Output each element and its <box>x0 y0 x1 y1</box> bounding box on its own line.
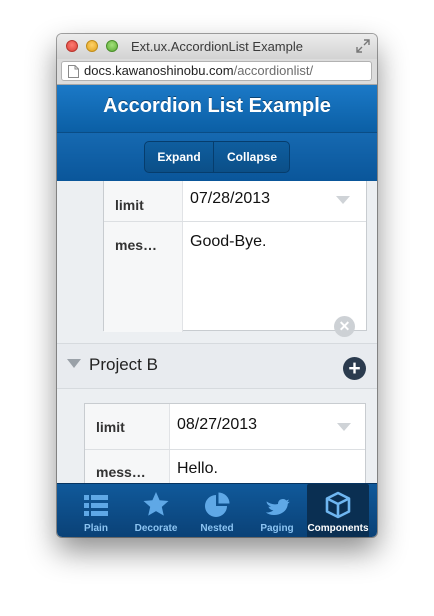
list-icon <box>84 495 108 516</box>
url-path: /accordionlist/ <box>233 63 314 78</box>
tab-decorate[interactable]: Decorate <box>126 484 186 537</box>
url-field[interactable]: docs.kawanoshinobu.com/accordionlist/ <box>61 61 372 81</box>
segmented-toolbar: Expand Collapse <box>57 133 377 181</box>
tab-label: Decorate <box>134 523 178 534</box>
limit-row[interactable]: limit 08/27/2013 <box>85 404 365 450</box>
tab-label: Nested <box>200 523 234 534</box>
collapse-button[interactable]: Collapse <box>214 142 289 172</box>
limit-label: limit <box>104 181 183 221</box>
message-label: mes… <box>104 222 183 332</box>
page-icon <box>68 65 79 78</box>
limit-label: limit <box>85 404 170 449</box>
minimize-window-button[interactable] <box>86 40 98 52</box>
tab-components[interactable]: Components <box>307 484 369 537</box>
expand-collapse-segmented: Expand Collapse <box>144 141 290 173</box>
dropdown-arrow-icon[interactable] <box>336 196 350 204</box>
dropdown-arrow-icon[interactable] <box>337 423 351 431</box>
limit-row[interactable]: limit 07/28/2013 <box>104 181 366 222</box>
window-title: Ext.ux.AccordionList Example <box>131 39 303 54</box>
close-window-button[interactable] <box>66 40 78 52</box>
bird-icon <box>265 499 290 515</box>
collapse-arrow-icon[interactable] <box>67 359 81 368</box>
limit-date-field[interactable]: 07/28/2013 <box>190 190 270 208</box>
message-row: mess… Hello. <box>85 450 365 483</box>
tab-plain[interactable]: Plain <box>66 484 126 537</box>
limit-date-field[interactable]: 08/27/2013 <box>177 416 257 434</box>
url-domain: docs.kawanoshinobu.com <box>84 63 234 78</box>
message-textarea[interactable]: Hello. <box>177 460 218 478</box>
accordion-list: limit 07/28/2013 mes… Good-Bye. ✕ Projec… <box>57 181 377 483</box>
star-icon <box>143 492 169 516</box>
message-label: mess… <box>85 450 170 483</box>
clear-icon[interactable]: ✕ <box>334 316 355 337</box>
fullscreen-icon[interactable] <box>356 39 370 53</box>
message-row: mes… Good-Bye. ✕ <box>104 222 366 369</box>
group-title: Project B <box>89 355 158 374</box>
group-header-project-b[interactable]: Project B + <box>57 343 377 389</box>
expand-button[interactable]: Expand <box>145 142 214 172</box>
zoom-window-button[interactable] <box>106 40 118 52</box>
title-bar: Ext.ux.AccordionList Example <box>57 34 377 59</box>
cube-icon <box>325 491 351 519</box>
tab-paging[interactable]: Paging <box>247 484 307 537</box>
address-bar: docs.kawanoshinobu.com/accordionlist/ <box>57 59 377 85</box>
message-textarea[interactable]: Good-Bye. <box>190 233 266 251</box>
form-card: limit 08/27/2013 mess… Hello. <box>84 403 366 483</box>
tab-bar: Plain Decorate Nested Paging Components <box>57 483 377 537</box>
tab-label: Paging <box>260 523 294 534</box>
add-icon[interactable]: + <box>343 357 366 380</box>
app-toolbar: Accordion List Example <box>57 85 377 133</box>
tab-label: Components <box>307 523 369 534</box>
tab-label: Plain <box>84 523 108 534</box>
toolbar-title: Accordion List Example <box>103 95 331 117</box>
pie-chart-icon <box>205 492 230 517</box>
browser-window: Ext.ux.AccordionList Example docs.kawano… <box>57 34 377 537</box>
form-card: limit 07/28/2013 mes… Good-Bye. ✕ <box>103 181 367 369</box>
tab-nested[interactable]: Nested <box>187 484 247 537</box>
